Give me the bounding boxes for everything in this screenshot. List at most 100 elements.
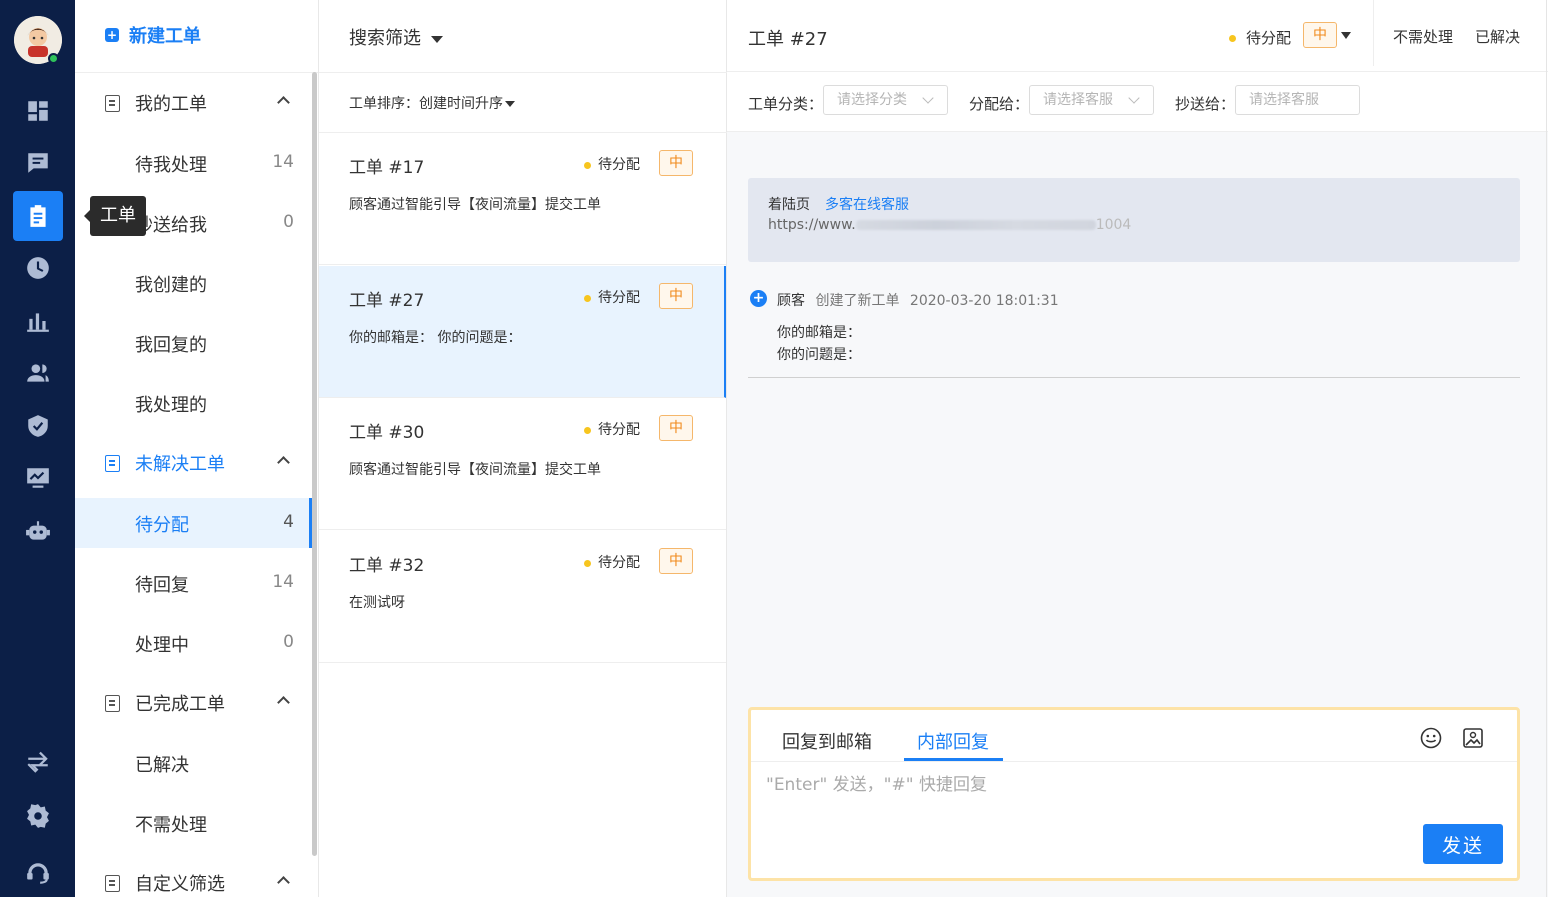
reply-input[interactable]: "Enter" 发送，"#" 快捷回复 bbox=[766, 770, 987, 795]
category-label: 工单分类： bbox=[748, 95, 824, 113]
assign-placeholder: 请选择客服 bbox=[1043, 92, 1113, 108]
new-ticket-label: 新建工单 bbox=[129, 26, 201, 47]
nav-item-pending-me[interactable]: 待我处理 14 bbox=[75, 138, 312, 188]
group-my-tickets[interactable]: 我的工单 bbox=[75, 78, 312, 128]
event-action: 创建了新工单 bbox=[815, 293, 900, 309]
no-need-button[interactable]: 不需处理 bbox=[1393, 26, 1453, 47]
group-label: 未解决工单 bbox=[135, 454, 225, 475]
landing-url[interactable]: https://www. 1004 bbox=[768, 217, 1131, 233]
chevron-down-icon bbox=[922, 92, 934, 104]
nav-item-resolved[interactable]: 已解决 bbox=[75, 738, 312, 788]
nav-item-label: 不需处理 bbox=[135, 815, 207, 836]
landing-url-suffix: 1004 bbox=[1095, 217, 1132, 233]
nav-item-handled-by-me[interactable]: 我处理的 bbox=[75, 378, 312, 428]
support-icon[interactable] bbox=[13, 848, 63, 898]
left-rail bbox=[0, 0, 75, 897]
nav-item-replied-by-me[interactable]: 我回复的 bbox=[75, 318, 312, 368]
chevron-up-icon[interactable] bbox=[277, 96, 290, 109]
ticket-title: 工单 #30 bbox=[349, 423, 425, 443]
dashboard-icon[interactable] bbox=[13, 86, 63, 136]
send-button[interactable]: 发送 bbox=[1423, 824, 1503, 864]
ticket-summary: 在测试呀 bbox=[349, 595, 405, 611]
resolved-button[interactable]: 已解决 bbox=[1475, 26, 1520, 47]
landing-title: 着陆页 bbox=[768, 197, 810, 213]
ticket-icon[interactable] bbox=[13, 191, 63, 241]
nav-scrollbar[interactable] bbox=[312, 72, 317, 856]
chat-icon[interactable] bbox=[13, 138, 63, 188]
chevron-up-icon[interactable] bbox=[277, 696, 290, 709]
plus-circle-icon: + bbox=[750, 290, 767, 307]
ticket-list: 搜索筛选 工单排序：创建时间升序 工单 #17 待分配 中 顾客通过智能引导【夜… bbox=[319, 0, 727, 897]
group-unresolved[interactable]: 未解决工单 bbox=[75, 438, 312, 488]
settings-icon[interactable] bbox=[13, 791, 63, 841]
image-icon[interactable] bbox=[1461, 726, 1485, 750]
category-placeholder: 请选择分类 bbox=[837, 92, 907, 108]
tab-reply-email[interactable]: 回复到邮箱 bbox=[782, 728, 872, 754]
sort-selector[interactable]: 工单排序：创建时间升序 bbox=[349, 93, 515, 113]
filter-label: 搜索筛选 bbox=[349, 28, 421, 49]
history-icon[interactable] bbox=[13, 243, 63, 293]
nav-item-label: 我回复的 bbox=[135, 335, 207, 356]
caret-down-icon[interactable] bbox=[1341, 32, 1351, 39]
search-filter-dropdown[interactable]: 搜索筛选 bbox=[349, 24, 443, 50]
nav-item-created-by-me[interactable]: 我创建的 bbox=[75, 258, 312, 308]
category-select[interactable]: 请选择分类 bbox=[823, 85, 948, 115]
ticket-summary: 顾客通过智能引导【夜间流量】提交工单 bbox=[349, 462, 601, 478]
ticket-title: 工单 #27 bbox=[748, 29, 828, 50]
nav-item-in-progress[interactable]: 处理中 0 bbox=[75, 618, 312, 668]
document-icon bbox=[105, 695, 120, 712]
emoji-icon[interactable] bbox=[1419, 726, 1443, 750]
chevron-down-icon bbox=[1128, 92, 1140, 104]
chevron-up-icon[interactable] bbox=[277, 876, 290, 889]
ticket-card[interactable]: 工单 #17 待分配 中 顾客通过智能引导【夜间流量】提交工单 bbox=[319, 133, 726, 265]
event-line: 你的邮箱是： bbox=[777, 325, 861, 341]
monitor-icon[interactable] bbox=[13, 453, 63, 503]
new-ticket-button[interactable]: + 新建工单 bbox=[105, 22, 201, 48]
tab-internal-reply[interactable]: 内部回复 bbox=[917, 728, 989, 754]
ticket-card-selected[interactable]: 工单 #27 待分配 中 你的邮箱是： 你的问题是： bbox=[319, 266, 726, 398]
ticket-nav: + 新建工单 我的工单 待我处理 14 抄送给我 0 我创建的 我回复的 我处理… bbox=[75, 0, 319, 897]
ticket-card[interactable]: 工单 #32 待分配 中 在测试呀 bbox=[319, 531, 726, 663]
caret-down-icon bbox=[431, 35, 443, 43]
nav-item-awaiting-reply[interactable]: 待回复 14 bbox=[75, 558, 312, 608]
nav-item-unassigned[interactable]: 待分配 4 bbox=[75, 498, 312, 548]
status-badge: 待分配 bbox=[584, 552, 640, 572]
priority-badge: 中 bbox=[659, 283, 693, 309]
cc-placeholder: 请选择客服 bbox=[1249, 92, 1319, 108]
landing-url-prefix: https://www. bbox=[768, 217, 856, 233]
group-custom-filter[interactable]: 自定义筛选 bbox=[75, 858, 312, 897]
robot-icon[interactable] bbox=[13, 506, 63, 556]
cc-select[interactable]: 请选择客服 bbox=[1235, 85, 1360, 115]
divider bbox=[1373, 0, 1374, 66]
assign-select[interactable]: 请选择客服 bbox=[1029, 85, 1154, 115]
cc-label: 抄送给： bbox=[1175, 95, 1236, 113]
customers-icon[interactable] bbox=[13, 348, 63, 398]
divider bbox=[75, 72, 318, 73]
divider bbox=[319, 72, 727, 73]
nav-item-count: 4 bbox=[283, 512, 294, 532]
ticket-title: 工单 #27 bbox=[349, 291, 425, 311]
priority-select[interactable]: 中 bbox=[1303, 22, 1337, 48]
nav-item-no-need[interactable]: 不需处理 bbox=[75, 798, 312, 848]
switch-icon[interactable] bbox=[13, 737, 63, 787]
group-completed[interactable]: 已完成工单 bbox=[75, 678, 312, 728]
divider bbox=[748, 377, 1520, 378]
priority-badge: 中 bbox=[659, 415, 693, 441]
ticket-card[interactable]: 工单 #30 待分配 中 顾客通过智能引导【夜间流量】提交工单 bbox=[319, 398, 726, 530]
ticket-summary: 顾客通过智能引导【夜间流量】提交工单 bbox=[349, 197, 601, 213]
ticket-title: 工单 #32 bbox=[349, 556, 425, 576]
plus-icon: + bbox=[105, 28, 119, 42]
security-icon[interactable] bbox=[13, 401, 63, 451]
nav-item-label: 待回复 bbox=[135, 575, 189, 596]
group-label: 自定义筛选 bbox=[135, 874, 225, 895]
document-icon bbox=[105, 455, 120, 472]
chevron-up-icon[interactable] bbox=[277, 456, 290, 469]
landing-link[interactable]: 多客在线客服 bbox=[825, 194, 909, 214]
report-icon[interactable] bbox=[13, 296, 63, 346]
online-status-dot bbox=[48, 53, 59, 64]
status-badge: 待分配 bbox=[584, 419, 640, 439]
priority-badge: 中 bbox=[659, 548, 693, 574]
event-actor: 顾客 bbox=[777, 293, 805, 309]
caret-down-icon bbox=[505, 101, 515, 107]
reply-composer: 回复到邮箱 内部回复 "Enter" 发送，"#" 快捷回复 发送 bbox=[748, 707, 1520, 881]
